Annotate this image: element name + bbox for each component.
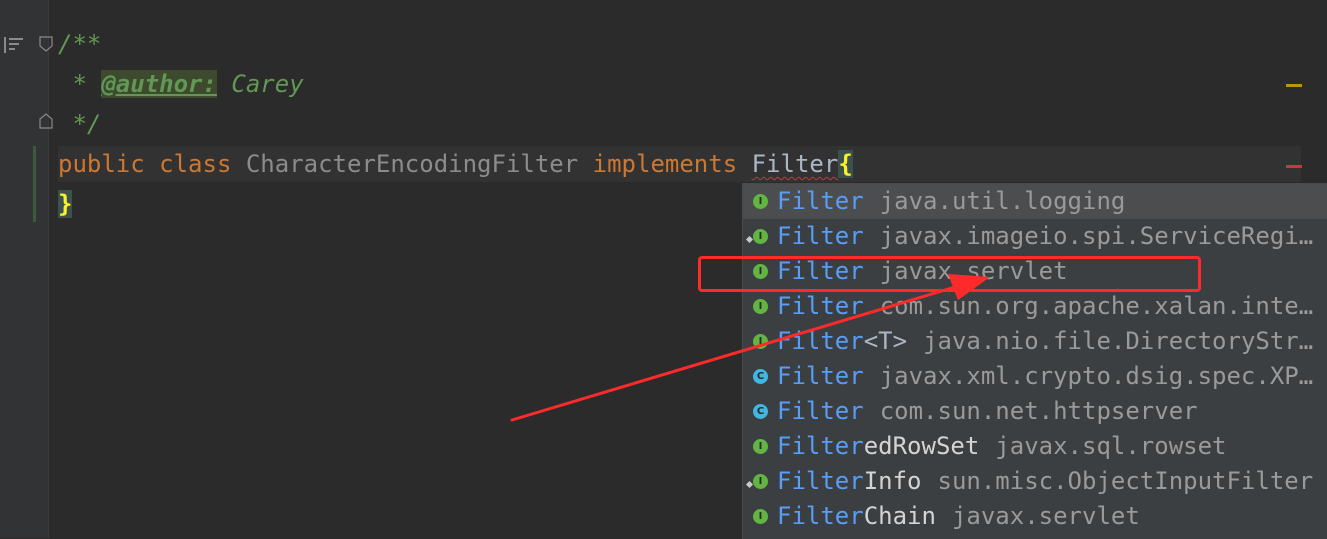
error-stripe-marker[interactable] xyxy=(1286,165,1302,168)
completion-match: Filter xyxy=(777,362,864,390)
completion-rest: Chain xyxy=(863,502,936,530)
completion-item[interactable]: I Filter javax.imageio.spi.ServiceRegi… xyxy=(743,219,1327,254)
editor-gutter xyxy=(0,0,53,538)
completion-match: Filter xyxy=(777,327,864,355)
completion-match: Filter xyxy=(777,502,864,530)
completion-match: Filter xyxy=(777,432,864,460)
class-icon: C xyxy=(753,369,768,384)
open-brace: { xyxy=(838,150,853,178)
completion-popup: I Filter java.util.logging I Filter javax.… xyxy=(742,183,1327,539)
typed-identifier[interactable]: Filter xyxy=(752,150,839,178)
completion-package: javax.servlet xyxy=(951,502,1140,530)
keyword-public: public xyxy=(58,150,145,178)
annotation-highlight-box xyxy=(698,256,1201,292)
keyword-class: class xyxy=(159,150,232,178)
interface-icon: I xyxy=(753,439,768,454)
interface-icon: I xyxy=(753,194,768,209)
completion-item[interactable]: I FilteredRowSet javax.sql.rowset xyxy=(743,429,1327,464)
completion-item[interactable]: C Filter javax.xml.crypto.dsig.spec.XP… xyxy=(743,359,1327,394)
completion-rest: edRowSet xyxy=(863,432,980,460)
code-line-3[interactable]: */ xyxy=(58,106,101,142)
completion-package: java.nio.file.DirectoryStr… xyxy=(923,327,1314,355)
pin-icon xyxy=(745,235,754,244)
completion-item[interactable]: I FilterChain javax.servlet xyxy=(743,499,1327,534)
gutter-strip xyxy=(0,0,36,538)
completion-item[interactable]: I Filter<T> java.nio.file.DirectoryStr… xyxy=(743,324,1327,359)
completion-package: sun.misc.ObjectInputFilter xyxy=(937,467,1314,495)
javadoc-author-tag: @author: xyxy=(101,70,217,98)
close-brace: } xyxy=(58,190,73,218)
change-marker xyxy=(33,146,36,222)
completion-rest: Info xyxy=(863,467,922,495)
interface-icon: I xyxy=(745,474,768,489)
completion-package: javax.xml.crypto.dsig.spec.XP… xyxy=(879,362,1314,390)
completion-item[interactable]: C Filter com.sun.net.httpserver xyxy=(743,394,1327,429)
javadoc-author-value: Carey xyxy=(216,70,304,98)
interface-icon: I xyxy=(753,334,768,349)
code-line-5[interactable]: } xyxy=(58,186,73,222)
comment-prefix: * xyxy=(58,70,102,98)
completion-item[interactable]: I Filter com.sun.org.apache.xalan.inte… xyxy=(743,289,1327,324)
completion-item[interactable]: I Filter java.util.logging xyxy=(743,184,1327,219)
completion-match: Filter xyxy=(777,292,864,320)
interface-icon: I xyxy=(753,299,768,314)
keyword-implements: implements xyxy=(592,150,738,178)
comment-close: */ xyxy=(58,110,102,138)
fold-end-icon[interactable] xyxy=(39,113,53,129)
interface-icon: I xyxy=(745,229,768,244)
code-line-2[interactable]: * @author: Carey xyxy=(58,66,304,102)
completion-match: Filter xyxy=(777,187,864,215)
comment-open: /** xyxy=(58,30,102,58)
fold-collapse-icon[interactable] xyxy=(39,36,53,52)
completion-package: com.sun.net.httpserver xyxy=(879,397,1198,425)
code-line-1[interactable]: /** xyxy=(58,26,101,62)
interface-icon: I xyxy=(753,509,768,524)
completion-match: Filter xyxy=(777,222,864,250)
class-icon: C xyxy=(753,404,768,419)
pin-icon xyxy=(745,480,754,489)
completion-package: javax.sql.rowset xyxy=(995,432,1227,460)
code-line-4[interactable]: public class CharacterEncodingFilter imp… xyxy=(58,146,1301,182)
class-name: CharacterEncodingFilter xyxy=(245,150,579,178)
completion-item[interactable]: I FilterInfo sun.misc.ObjectInputFilter xyxy=(743,464,1327,499)
structure-icon[interactable] xyxy=(3,36,25,54)
warning-stripe-marker[interactable] xyxy=(1286,84,1302,87)
completion-match: Filter xyxy=(777,397,864,425)
completion-package: java.util.logging xyxy=(879,187,1126,215)
completion-param: <T> xyxy=(863,327,908,355)
completion-package: com.sun.org.apache.xalan.inte… xyxy=(879,292,1314,320)
completion-match: Filter xyxy=(777,467,864,495)
completion-package: javax.imageio.spi.ServiceRegi… xyxy=(879,222,1314,250)
